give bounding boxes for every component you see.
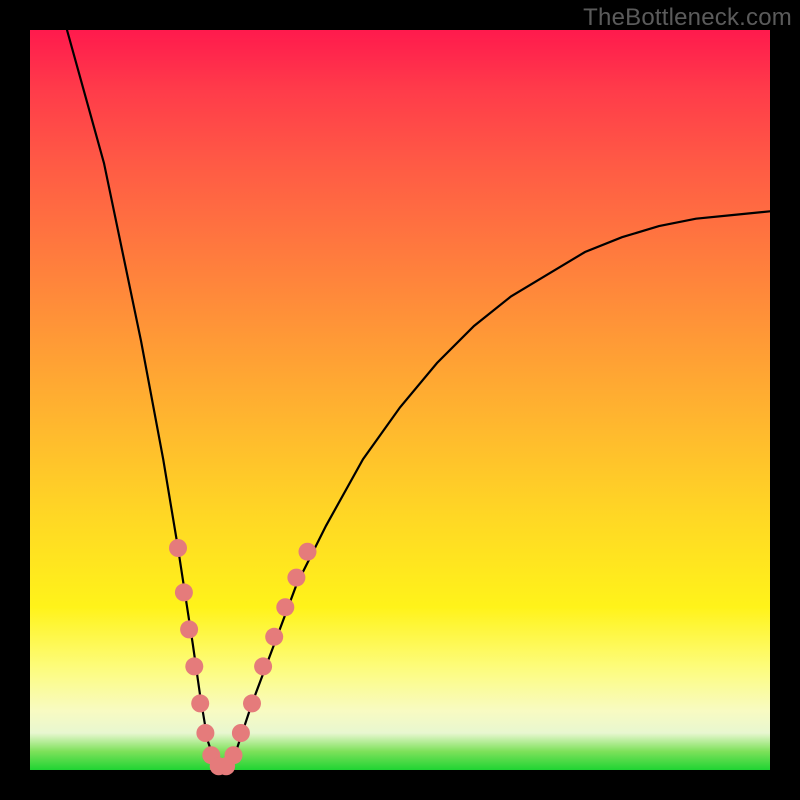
highlight-dot [265, 628, 283, 646]
highlight-dot [196, 724, 214, 742]
chart-svg [30, 30, 770, 770]
chart-frame: TheBottleneck.com [0, 0, 800, 800]
highlight-dot [225, 746, 243, 764]
highlight-dot [169, 539, 187, 557]
highlight-dot [243, 694, 261, 712]
highlight-dot [175, 583, 193, 601]
highlight-dots-group [169, 539, 317, 775]
watermark-text: TheBottleneck.com [583, 4, 792, 32]
bottleneck-curve-path [67, 30, 770, 770]
highlight-dot [180, 620, 198, 638]
highlight-dot [254, 657, 272, 675]
highlight-dot [232, 724, 250, 742]
highlight-dot [287, 569, 305, 587]
plot-area [30, 30, 770, 770]
highlight-dot [299, 543, 317, 561]
highlight-dot [185, 657, 203, 675]
highlight-dot [276, 598, 294, 616]
highlight-dot [191, 694, 209, 712]
